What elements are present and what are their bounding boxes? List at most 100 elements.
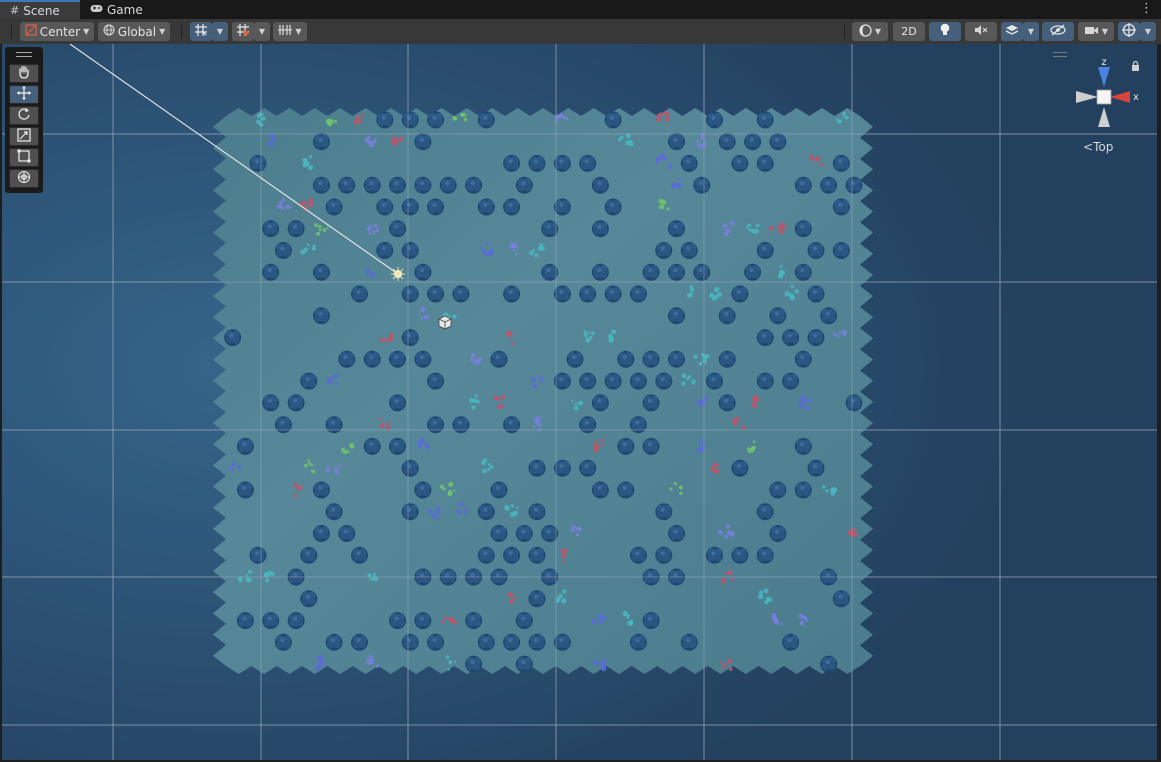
rock-icon bbox=[503, 416, 521, 434]
rock-icon bbox=[414, 612, 432, 630]
transform-tool-button[interactable] bbox=[9, 169, 39, 188]
rock-icon bbox=[832, 590, 850, 608]
scene-viewport[interactable] bbox=[2, 44, 1157, 760]
rock-icon bbox=[845, 394, 863, 412]
increment-snap-icon bbox=[236, 23, 250, 40]
rock-icon bbox=[389, 437, 406, 455]
rock-icon bbox=[832, 242, 850, 259]
grid-snapping-dropdown[interactable]: ▼ bbox=[212, 22, 228, 41]
rock-icon bbox=[528, 154, 546, 172]
rock-icon bbox=[794, 220, 812, 238]
lightbulb-icon bbox=[939, 23, 951, 40]
scene-canvas bbox=[2, 44, 1157, 760]
rock-icon bbox=[604, 198, 622, 216]
rock-icon bbox=[287, 612, 305, 630]
effects-toggle[interactable] bbox=[1001, 22, 1023, 41]
rock-icon bbox=[351, 546, 368, 564]
rock-icon bbox=[465, 176, 483, 194]
rock-icon bbox=[642, 350, 660, 368]
rock-icon bbox=[579, 416, 597, 434]
scale-icon bbox=[17, 128, 31, 145]
rock-icon bbox=[363, 176, 381, 194]
tab-bar: # Scene Game ⋮ bbox=[0, 0, 1161, 19]
rock-icon bbox=[236, 437, 254, 455]
rotate-icon bbox=[17, 107, 31, 124]
negative-z-cone-icon[interactable] bbox=[1098, 107, 1110, 127]
rock-icon bbox=[300, 372, 318, 390]
more-options-icon[interactable]: ⋮ bbox=[1140, 1, 1153, 16]
2d-mode-label: 2D bbox=[901, 25, 917, 38]
z-axis-cone-icon[interactable] bbox=[1098, 67, 1110, 87]
chevron-down-icon: ▼ bbox=[874, 27, 882, 36]
grid-snapping-toggle[interactable] bbox=[190, 22, 212, 41]
rock-icon bbox=[312, 525, 330, 542]
rock-icon bbox=[287, 394, 305, 412]
rock-icon bbox=[363, 437, 381, 455]
gizmo-center-cube[interactable] bbox=[1096, 89, 1112, 105]
gizmo-icon bbox=[1122, 23, 1136, 40]
effects-dropdown[interactable]: ▼ bbox=[1023, 22, 1039, 41]
tab-scene[interactable]: # Scene bbox=[0, 0, 80, 19]
negative-x-cone-icon[interactable] bbox=[1076, 91, 1098, 103]
rock-icon bbox=[439, 176, 457, 194]
shading-mode-dropdown[interactable]: ▼ bbox=[852, 22, 888, 41]
rock-icon bbox=[591, 394, 609, 412]
increment-snap-toggle[interactable] bbox=[232, 22, 254, 41]
rock-icon bbox=[287, 220, 305, 238]
orientation-gizmo[interactable]: z x bbox=[1072, 55, 1140, 135]
rock-icon bbox=[452, 416, 470, 434]
space-mode-label: Global bbox=[117, 24, 157, 39]
rock-icon bbox=[376, 242, 394, 259]
rock-icon bbox=[528, 590, 546, 608]
increment-snap-dropdown[interactable]: ▼ bbox=[254, 22, 270, 41]
space-mode-dropdown[interactable]: Global ▼ bbox=[98, 22, 170, 41]
rock-icon bbox=[414, 350, 432, 368]
rock-icon bbox=[389, 220, 406, 238]
lighting-toggle[interactable] bbox=[929, 22, 961, 41]
rect-tool-button[interactable] bbox=[9, 148, 39, 167]
rock-icon bbox=[427, 285, 445, 303]
rock-icon bbox=[629, 372, 647, 390]
hand-icon bbox=[17, 65, 31, 82]
view-orientation-label[interactable]: <Top bbox=[1083, 140, 1113, 154]
pivot-icon bbox=[25, 24, 37, 39]
shading-sphere-icon bbox=[859, 23, 872, 40]
rock-icon bbox=[756, 111, 774, 129]
toolbar-separator bbox=[844, 24, 845, 39]
rock-icon bbox=[769, 481, 787, 499]
x-axis-cone-icon[interactable] bbox=[1110, 91, 1130, 103]
scene-visibility-toggle[interactable] bbox=[1042, 22, 1074, 41]
scene-camera-dropdown[interactable]: ▼ bbox=[1078, 22, 1114, 41]
grid-snap-icon bbox=[194, 23, 208, 40]
rock-icon bbox=[680, 242, 698, 259]
rock-icon bbox=[706, 372, 723, 390]
tab-game[interactable]: Game bbox=[80, 0, 154, 19]
tab-scene-label: Scene bbox=[23, 3, 60, 18]
directional-light-icon[interactable] bbox=[391, 267, 405, 281]
rock-icon bbox=[389, 350, 406, 368]
scale-tool-button[interactable] bbox=[9, 127, 39, 146]
rock-icon bbox=[274, 416, 292, 434]
pivot-mode-dropdown[interactable]: Center ▼ bbox=[20, 22, 94, 41]
rock-icon bbox=[668, 263, 685, 281]
move-tool-button[interactable] bbox=[9, 85, 39, 104]
rock-icon bbox=[579, 372, 597, 390]
cube-object-icon[interactable] bbox=[438, 315, 452, 330]
gizmos-dropdown[interactable]: ▼ bbox=[1140, 22, 1156, 41]
2d-mode-toggle[interactable]: 2D bbox=[893, 22, 925, 41]
hand-tool-button[interactable] bbox=[9, 64, 39, 83]
overlay-grip-icon[interactable] bbox=[16, 52, 32, 57]
rotate-tool-button[interactable] bbox=[9, 106, 39, 125]
rock-icon bbox=[477, 111, 495, 129]
rock-icon bbox=[617, 350, 635, 368]
audio-toggle[interactable] bbox=[965, 22, 997, 41]
audio-muted-icon bbox=[974, 24, 988, 39]
rock-icon bbox=[325, 633, 343, 651]
gizmos-toggle[interactable] bbox=[1118, 22, 1140, 41]
gizmo-grip-icon[interactable] bbox=[1053, 52, 1067, 57]
rock-icon bbox=[794, 481, 812, 499]
rock-icon bbox=[249, 546, 267, 564]
rock-icon bbox=[312, 263, 330, 281]
grid-visibility-dropdown[interactable]: ▼ bbox=[273, 22, 307, 41]
rock-icon bbox=[376, 198, 394, 216]
